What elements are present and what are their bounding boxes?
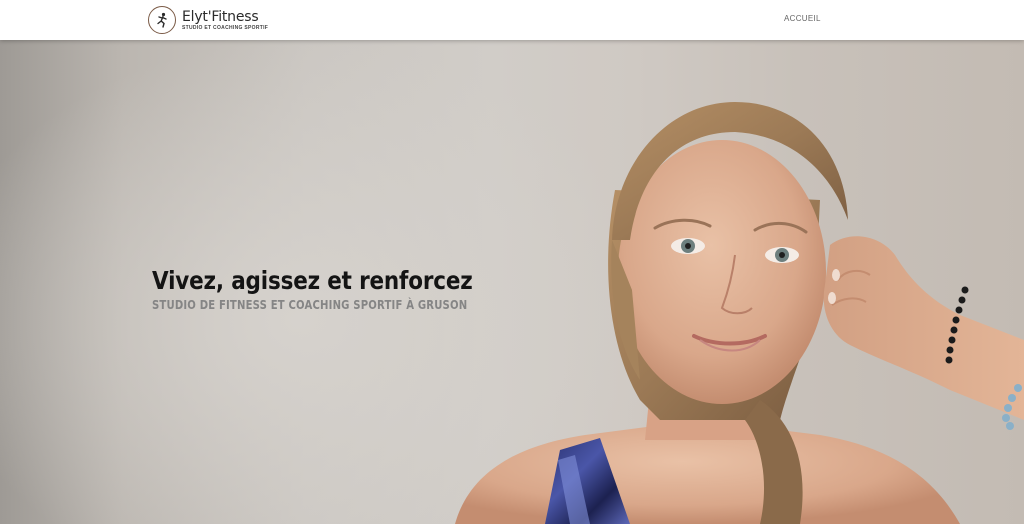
- site-logo[interactable]: Elyt'Fitness STUDIO ET COACHING SPORTIF: [148, 5, 268, 35]
- runner-logo-icon: [148, 6, 176, 34]
- brand-tagline: STUDIO ET COACHING SPORTIF: [182, 24, 269, 31]
- logo-text: Elyt'Fitness STUDIO ET COACHING SPORTIF: [182, 10, 268, 31]
- hero-section: Vivez, agissez et renforcez STUDIO DE FI…: [0, 40, 1024, 524]
- hero-subtitle: STUDIO DE FITNESS ET COACHING SPORTIF À …: [152, 298, 468, 312]
- site-header: Elyt'Fitness STUDIO ET COACHING SPORTIF …: [0, 0, 1024, 40]
- hero-title: Vivez, agissez et renforcez: [152, 266, 473, 295]
- nav-item-accueil[interactable]: ACCUEIL: [784, 14, 821, 23]
- hero-text-block: Vivez, agissez et renforcez STUDIO DE FI…: [152, 266, 527, 312]
- brand-name: Elyt'Fitness: [182, 8, 259, 25]
